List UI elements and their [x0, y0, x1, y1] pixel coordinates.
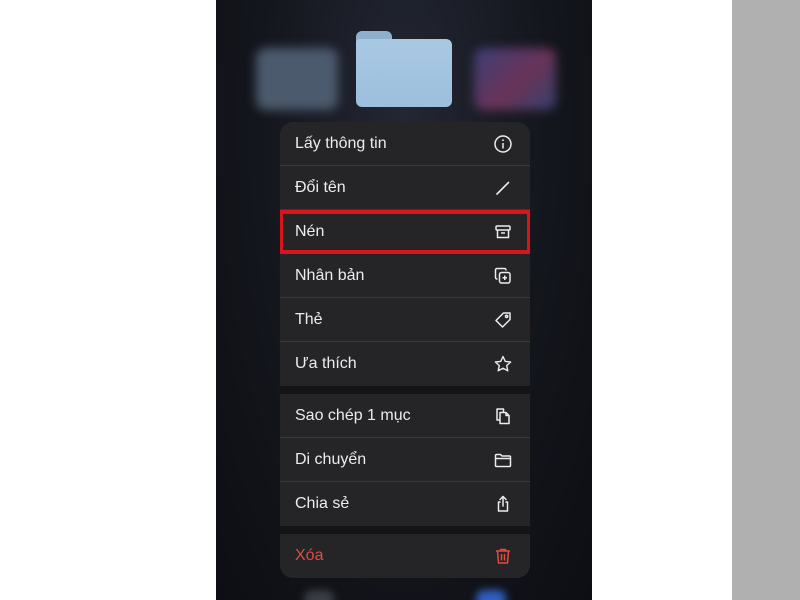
menu-item-get-info[interactable]: Lấy thông tin	[280, 122, 530, 166]
menu-item-label: Xóa	[295, 547, 324, 564]
menu-item-move[interactable]: Di chuyển	[280, 438, 530, 482]
folder-icon-preview	[356, 31, 452, 107]
menu-item-label: Chia sẻ	[295, 495, 350, 512]
star-icon	[492, 353, 514, 375]
menu-item-compress[interactable]: Nén	[280, 210, 530, 254]
blurred-dock-item	[476, 590, 506, 600]
menu-item-share[interactable]: Chia sẻ	[280, 482, 530, 526]
info-icon	[492, 133, 514, 155]
menu-item-label: Lấy thông tin	[295, 134, 387, 152]
context-menu: Lấy thông tin Đổi tên Nén Nhân bản Thẻ Ư…	[280, 122, 530, 578]
menu-item-favorite[interactable]: Ưa thích	[280, 342, 530, 386]
menu-item-delete[interactable]: Xóa	[280, 534, 530, 578]
menu-group-separator	[280, 526, 530, 534]
menu-item-rename[interactable]: Đổi tên	[280, 166, 530, 210]
menu-item-tags[interactable]: Thẻ	[280, 298, 530, 342]
duplicate-icon	[492, 265, 514, 287]
trash-icon	[492, 545, 514, 567]
menu-item-copy[interactable]: Sao chép 1 mục	[280, 394, 530, 438]
copy-document-icon	[492, 405, 514, 427]
menu-item-label: Thẻ	[295, 310, 323, 328]
menu-group-separator	[280, 386, 530, 394]
blurred-dock-item	[304, 590, 334, 600]
folder-icon	[492, 449, 514, 471]
menu-item-label: Nén	[295, 222, 325, 240]
right-gray-margin	[732, 0, 800, 600]
archive-box-icon	[492, 221, 514, 243]
phone-screen: Lấy thông tin Đổi tên Nén Nhân bản Thẻ Ư…	[216, 0, 592, 600]
menu-item-label: Nhân bản	[295, 266, 365, 284]
pencil-icon	[492, 177, 514, 199]
menu-item-label: Đổi tên	[295, 178, 346, 196]
menu-item-duplicate[interactable]: Nhân bản	[280, 254, 530, 298]
tag-icon	[492, 309, 514, 331]
menu-item-label: Sao chép 1 mục	[295, 406, 411, 424]
blurred-thumbnail-right	[474, 48, 556, 110]
blurred-thumbnail-left	[256, 48, 338, 110]
menu-item-label: Di chuyển	[295, 450, 367, 468]
menu-item-label: Ưa thích	[295, 355, 357, 372]
share-icon	[492, 493, 514, 515]
